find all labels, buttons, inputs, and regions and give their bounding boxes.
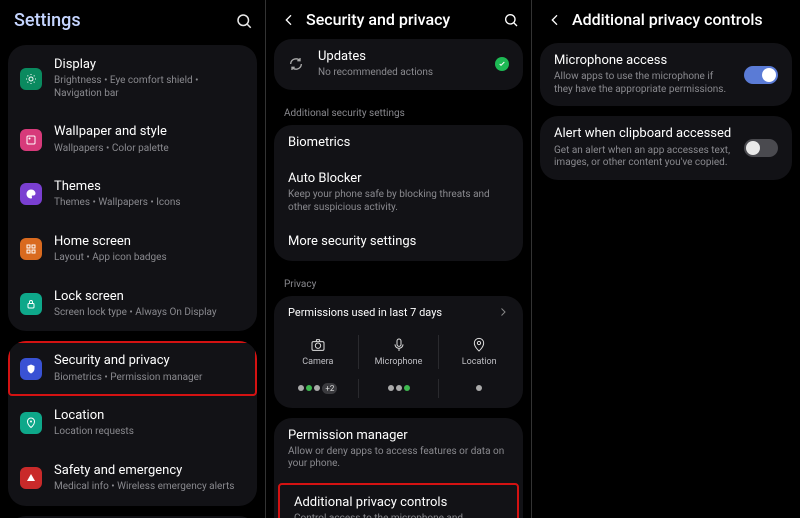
refresh-icon [288, 56, 306, 72]
chevron-right-icon [497, 306, 509, 318]
perm-apps-camera: +2 [278, 379, 359, 398]
emergency-icon [20, 467, 42, 489]
biometrics-row[interactable]: Biometrics [274, 125, 523, 161]
item-sub: Themes • Wallpapers • Icons [54, 197, 243, 210]
perm-label: Camera [302, 357, 333, 367]
item-sub: Keep your phone safe by blocking threats… [288, 189, 509, 214]
item-title: Location [54, 408, 243, 424]
permissions-bar[interactable]: Permissions used in last 7 days [274, 296, 523, 329]
perm-col-microphone[interactable]: Microphone [359, 335, 440, 369]
perm-col-camera[interactable]: Camera [278, 335, 359, 369]
themes-icon [20, 183, 42, 205]
item-title: Wallpaper and style [54, 124, 243, 140]
perm-label: Microphone [375, 357, 423, 367]
search-icon[interactable] [235, 12, 253, 30]
clipboard-toggle[interactable] [744, 139, 778, 157]
item-title: Additional privacy controls [294, 495, 503, 511]
settings-item-location[interactable]: Location Location requests [8, 396, 257, 451]
location-icon [471, 337, 487, 353]
item-title: Auto Blocker [288, 171, 509, 187]
perm-col-location[interactable]: Location [439, 335, 519, 369]
item-sub: No recommended actions [318, 67, 483, 80]
perm-apps-location [439, 379, 519, 398]
settings-screen: Settings Display Brightness • Eye comfort… [0, 0, 266, 518]
section-label: Additional security settings [266, 100, 531, 125]
camera-icon [310, 337, 326, 353]
updates-row[interactable]: Updates No recommended actions [274, 39, 523, 90]
item-title: Home screen [54, 234, 243, 250]
item-sub: Medical info • Wireless emergency alerts [54, 481, 243, 494]
item-sub: Biometrics • Permission manager [54, 372, 243, 385]
item-sub: Allow or deny apps to access features or… [288, 446, 509, 471]
item-title: Permission manager [288, 428, 509, 444]
microphone-icon [391, 337, 407, 353]
wallpaper-icon [20, 129, 42, 151]
additional-privacy-screen: Additional privacy controls Microphone a… [532, 0, 800, 518]
security-screen: Security and privacy Updates No recommend… [266, 0, 532, 518]
item-title: Alert when clipboard accessed [554, 126, 732, 142]
perm-apps-microphone [359, 379, 440, 398]
settings-item-safety[interactable]: Safety and emergency Medical info • Wirel… [8, 451, 257, 506]
display-icon [20, 68, 42, 90]
location-icon [20, 412, 42, 434]
autoblocker-row[interactable]: Auto Blocker Keep your phone safe by bloc… [274, 161, 523, 224]
shield-icon [20, 358, 42, 380]
item-title: Safety and emergency [54, 463, 243, 479]
lock-icon [20, 293, 42, 315]
item-title: Themes [54, 179, 243, 195]
more-security-row[interactable]: More security settings [274, 224, 523, 260]
item-sub: Allow apps to use the microphone if they… [554, 71, 732, 96]
home-icon [20, 238, 42, 260]
item-title: Security and privacy [54, 353, 243, 369]
permission-columns: Camera Microphone Location [274, 329, 523, 375]
item-title: Display [54, 57, 243, 73]
item-title: Biometrics [288, 135, 350, 151]
section-label: Privacy [266, 271, 531, 296]
item-sub: Control access to the microphone and cli… [294, 513, 503, 518]
more-badge: +2 [322, 383, 337, 394]
settings-item-wallpaper[interactable]: Wallpaper and style Wallpapers • Color pa… [8, 112, 257, 167]
item-sub: Location requests [54, 426, 243, 439]
additional-privacy-row[interactable]: Additional privacy controls Control acces… [278, 483, 519, 518]
perm-label: Location [462, 357, 497, 367]
settings-item-lockscreen[interactable]: Lock screen Screen lock type • Always On … [8, 277, 257, 332]
item-sub: Get an alert when an app accesses text, … [554, 145, 732, 170]
item-title: Lock screen [54, 289, 243, 305]
microphone-toggle[interactable] [744, 66, 778, 84]
clipboard-alert-row[interactable]: Alert when clipboard accessed Get an aler… [540, 116, 792, 179]
microphone-access-row[interactable]: Microphone access Allow apps to use the m… [540, 43, 792, 106]
page-title: Additional privacy controls [572, 10, 788, 29]
settings-item-security[interactable]: Security and privacy Biometrics • Permiss… [8, 341, 257, 396]
check-icon [495, 57, 509, 71]
item-title: Updates [318, 49, 483, 65]
item-title: Microphone access [554, 53, 732, 69]
item-title: More security settings [288, 234, 416, 250]
page-title: Settings [14, 10, 81, 31]
back-icon[interactable] [280, 12, 298, 28]
back-icon[interactable] [546, 12, 564, 28]
item-sub: Wallpapers • Color palette [54, 143, 243, 156]
page-title: Security and privacy [306, 10, 495, 29]
settings-item-home[interactable]: Home screen Layout • App icon badges [8, 222, 257, 277]
permission-apps: +2 [274, 375, 523, 408]
permission-manager-row[interactable]: Permission manager Allow or deny apps to … [274, 418, 523, 481]
item-sub: Layout • App icon badges [54, 252, 243, 265]
search-icon[interactable] [503, 12, 519, 28]
settings-item-display[interactable]: Display Brightness • Eye comfort shield •… [8, 45, 257, 112]
settings-item-themes[interactable]: Themes Themes • Wallpapers • Icons [8, 167, 257, 222]
perm-bar-title: Permissions used in last 7 days [288, 306, 442, 319]
item-sub: Screen lock type • Always On Display [54, 307, 243, 320]
item-sub: Brightness • Eye comfort shield • Naviga… [54, 75, 243, 100]
